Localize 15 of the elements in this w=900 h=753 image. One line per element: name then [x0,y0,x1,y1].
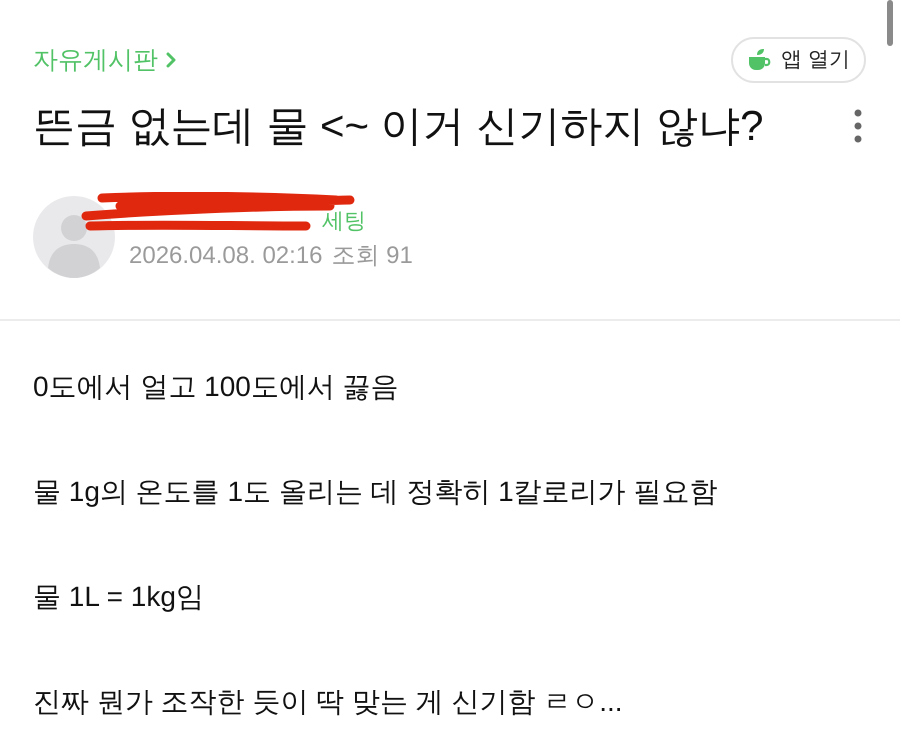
scrollbar [887,0,893,46]
post-title: 뜬금 없는데 물 <~ 이거 신기하지 않냐? [33,101,764,151]
view-count: 조회 91 [332,244,413,268]
breadcrumb-link[interactable]: 자유게시판 [33,48,176,72]
body-paragraph: 진짜 뭔가 조작한 듯이 딱 맞는 게 신기함 ㄹㅇ... [33,685,623,719]
open-app-button[interactable]: 앱 열기 [731,37,866,83]
body-paragraph: 물 1g의 온도를 1도 올리는 데 정확히 1칼로리가 필요함 [33,475,718,509]
avatar-silhouette-icon [33,196,115,278]
more-options-icon[interactable] [854,109,862,143]
author-name[interactable]: 세팅 [322,210,366,232]
cup-icon [747,48,774,72]
body-paragraph: 물 1L = 1kg임 [33,580,204,614]
post-date: 2026.04.08. 02:16 [129,244,323,268]
chevron-right-icon [166,52,176,68]
body-paragraph: 0도에서 얼고 100도에서 끓음 [33,370,399,404]
